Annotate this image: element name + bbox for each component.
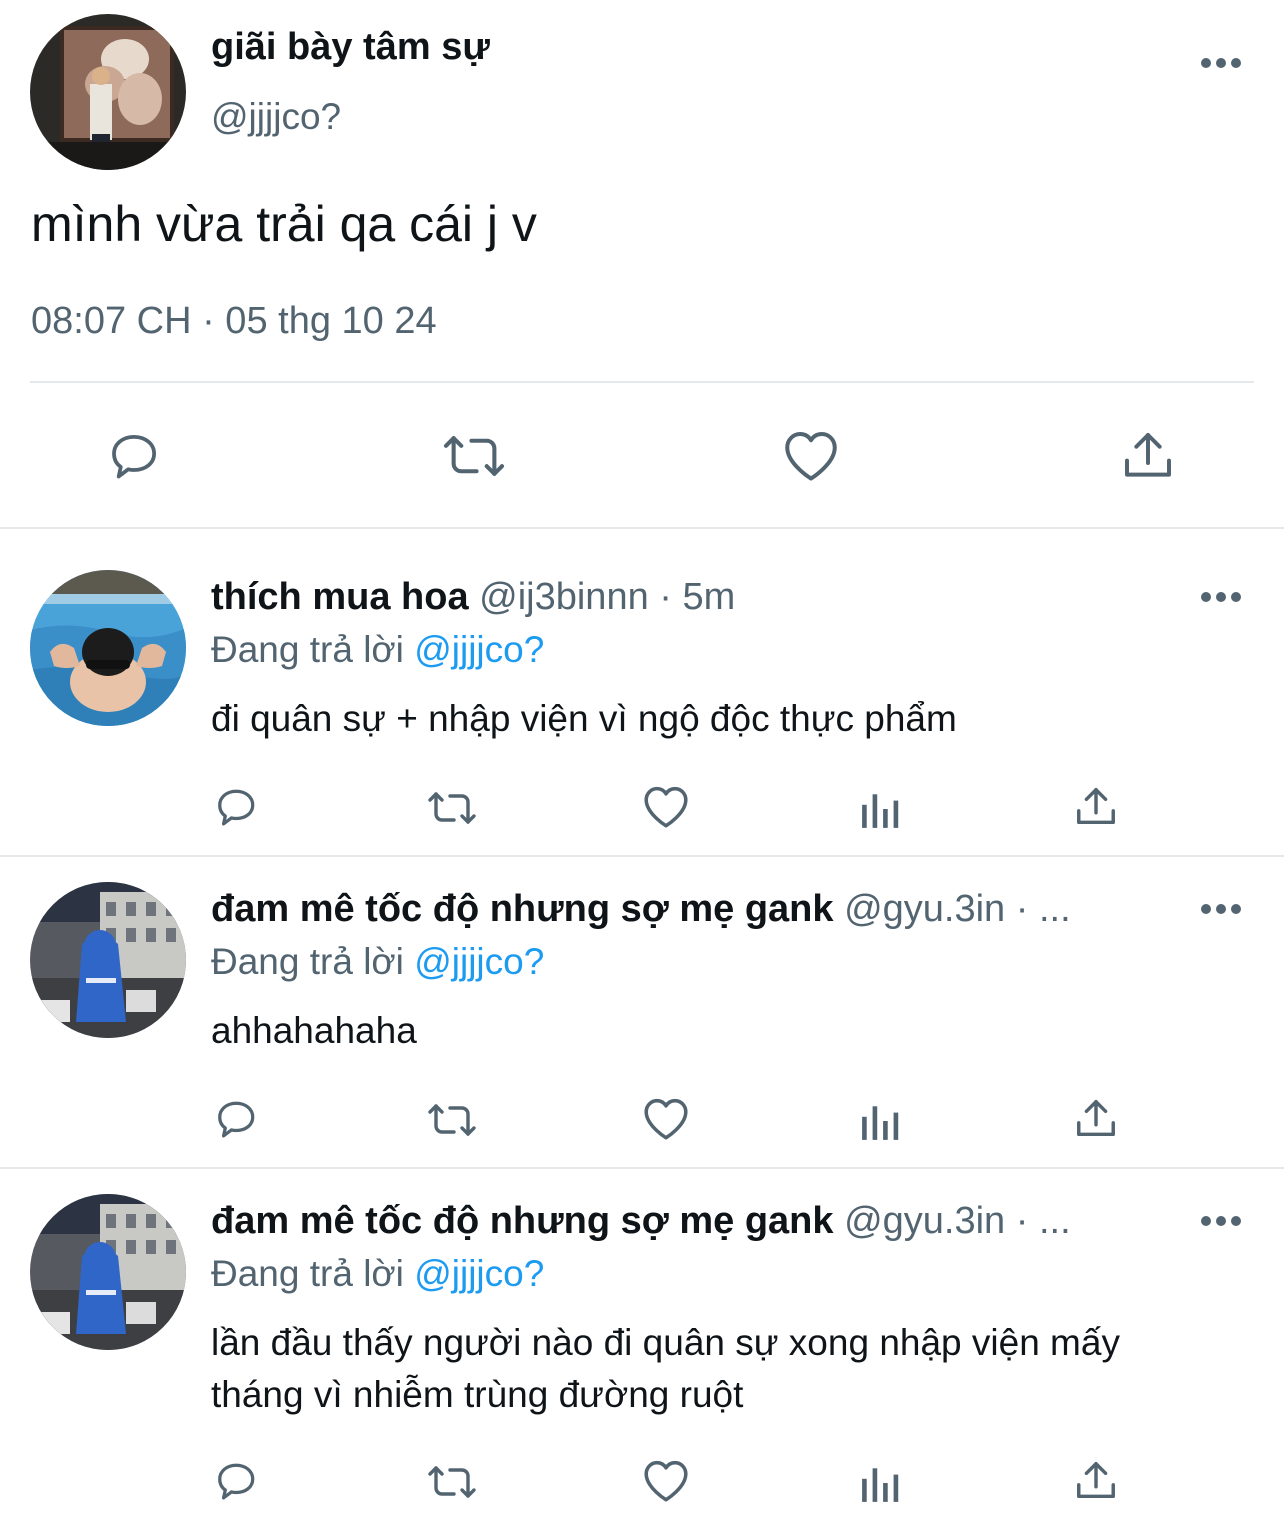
- reply-tweet[interactable]: thích mua hoa @ij3binnn · 5m Đang trả lờ…: [0, 530, 1284, 855]
- reply-icon[interactable]: [213, 1458, 261, 1504]
- reply-header: đam mê tốc độ nhưng sợ mẹ gank @gyu.3in …: [211, 888, 1151, 931]
- reply-handle-time[interactable]: @gyu.3in · ...: [844, 1200, 1071, 1242]
- divider: [0, 527, 1284, 529]
- reply-header: thích mua hoa @ij3binnn · 5m: [211, 576, 1201, 619]
- author-handle[interactable]: @jjjjco?: [211, 96, 341, 138]
- tweet-timestamp[interactable]: 08:07 CH · 05 thg 10 24: [31, 300, 437, 343]
- share-icon[interactable]: [1073, 1096, 1119, 1142]
- reply-icon[interactable]: [106, 428, 164, 484]
- share-icon[interactable]: [1073, 784, 1119, 830]
- replying-to: Đang trả lời @jjjjco?: [211, 941, 544, 983]
- more-horizontal-icon[interactable]: [1201, 58, 1241, 70]
- reply-handle-time[interactable]: @ij3binnn · 5m: [479, 576, 735, 618]
- like-icon[interactable]: [781, 428, 841, 484]
- views-icon[interactable]: [860, 1100, 902, 1142]
- reply-tweet[interactable]: đam mê tốc độ nhưng sợ mẹ gank @gyu.3in …: [0, 1170, 1284, 1529]
- views-icon[interactable]: [860, 1462, 902, 1504]
- reply-tweet[interactable]: đam mê tốc độ nhưng sợ mẹ gank @gyu.3in …: [0, 858, 1284, 1167]
- author-display-name[interactable]: giãi bày tâm sự: [211, 26, 490, 69]
- like-icon[interactable]: [641, 1096, 691, 1142]
- replying-mention[interactable]: @jjjjco?: [414, 941, 544, 982]
- author-avatar[interactable]: [30, 14, 186, 170]
- replying-mention[interactable]: @jjjjco?: [414, 629, 544, 670]
- replying-prefix: Đang trả lời: [211, 629, 404, 670]
- reply-text: đi quân sự + nhập viện vì ngộ độc thực p…: [211, 698, 957, 739]
- divider: [30, 381, 1254, 383]
- reply-avatar[interactable]: [30, 570, 186, 726]
- like-icon[interactable]: [641, 1458, 691, 1504]
- tweet-text: mình vừa trải qa cái j v: [31, 196, 537, 252]
- main-tweet: giãi bày tâm sự @jjjjco? mình vừa trải q…: [0, 0, 1284, 528]
- reply-display-name[interactable]: đam mê tốc độ nhưng sợ mẹ gank: [211, 888, 834, 930]
- retweet-icon[interactable]: [424, 786, 480, 830]
- reply-avatar[interactable]: [30, 882, 186, 1038]
- replying-to: Đang trả lời @jjjjco?: [211, 1253, 544, 1295]
- more-horizontal-icon[interactable]: [1201, 592, 1241, 604]
- replying-mention[interactable]: @jjjjco?: [414, 1253, 544, 1294]
- reply-text: lần đầu thấy người nào đi quân sự xong n…: [211, 1322, 1120, 1415]
- reply-display-name[interactable]: thích mua hoa: [211, 576, 469, 618]
- share-icon[interactable]: [1120, 428, 1176, 484]
- replying-to: Đang trả lời @jjjjco?: [211, 629, 544, 671]
- like-icon[interactable]: [641, 784, 691, 830]
- reply-avatar[interactable]: [30, 1194, 186, 1350]
- reply-icon[interactable]: [213, 784, 261, 830]
- reply-display-name[interactable]: đam mê tốc độ nhưng sợ mẹ gank: [211, 1200, 834, 1242]
- divider: [0, 855, 1284, 857]
- share-icon[interactable]: [1073, 1458, 1119, 1504]
- more-horizontal-icon[interactable]: [1201, 904, 1241, 916]
- retweet-icon[interactable]: [440, 428, 508, 484]
- reply-text: ahhahahaha: [211, 1010, 417, 1051]
- divider: [0, 1167, 1284, 1169]
- reply-header: đam mê tốc độ nhưng sợ mẹ gank @gyu.3in …: [211, 1200, 1151, 1243]
- more-horizontal-icon[interactable]: [1201, 1216, 1241, 1228]
- retweet-icon[interactable]: [424, 1460, 480, 1504]
- reply-icon[interactable]: [213, 1096, 261, 1142]
- replying-prefix: Đang trả lời: [211, 1253, 404, 1294]
- replying-prefix: Đang trả lời: [211, 941, 404, 982]
- views-icon[interactable]: [860, 788, 902, 830]
- reply-handle-time[interactable]: @gyu.3in · ...: [844, 888, 1071, 930]
- retweet-icon[interactable]: [424, 1098, 480, 1142]
